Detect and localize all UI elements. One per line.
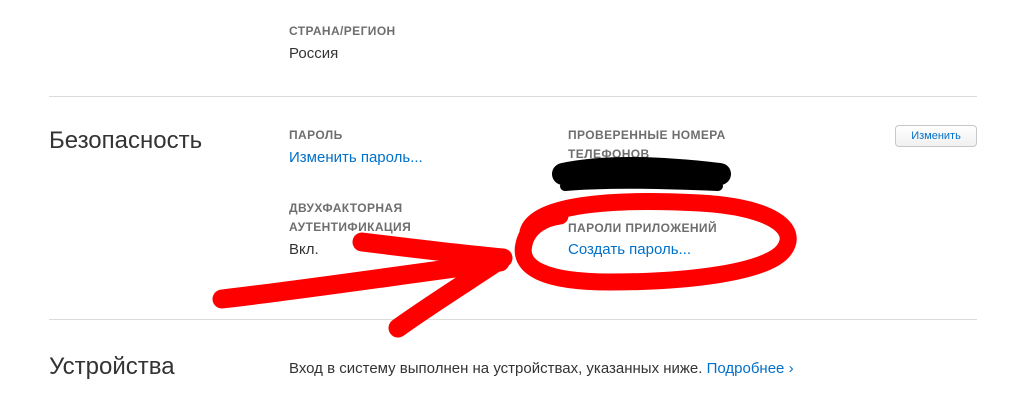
trusted-phones-label: ПРОВЕРЕННЫЕ НОМЕРА ТЕЛЕФОНОВ bbox=[568, 126, 726, 164]
create-app-password-link[interactable]: Создать пароль... bbox=[568, 240, 691, 260]
app-passwords-label: ПАРОЛИ ПРИЛОЖЕНИЙ bbox=[568, 221, 717, 235]
redaction-scribble bbox=[552, 157, 731, 185]
two-factor-label-line1: ДВУХФАКТОРНАЯ bbox=[289, 201, 403, 215]
trusted-phones-label-line1: ПРОВЕРЕННЫЕ НОМЕРА bbox=[568, 128, 726, 142]
devices-description: Вход в систему выполнен на устройствах, … bbox=[289, 360, 703, 377]
learn-more-link[interactable]: Подробнее › bbox=[707, 360, 794, 377]
red-arrow-head-annotation bbox=[352, 232, 513, 338]
security-section-title: Безопасность bbox=[49, 127, 203, 154]
country-value: Россия bbox=[289, 45, 339, 62]
country-label: СТРАНА/РЕГИОН bbox=[289, 24, 396, 38]
devices-info: Вход в систему выполнен на устройствах, … bbox=[289, 359, 794, 379]
two-factor-label: ДВУХФАКТОРНАЯ АУТЕНТИФИКАЦИЯ bbox=[289, 199, 411, 237]
divider bbox=[49, 96, 977, 97]
two-factor-value: Вкл. bbox=[289, 241, 319, 258]
trusted-phones-label-line2: ТЕЛЕФОНОВ bbox=[568, 147, 650, 161]
two-factor-label-line2: АУТЕНТИФИКАЦИЯ bbox=[289, 220, 412, 234]
change-password-link[interactable]: Изменить пароль... bbox=[289, 148, 423, 168]
devices-section-title: Устройства bbox=[49, 353, 175, 380]
red-arrow-annotation bbox=[212, 252, 510, 309]
edit-security-button[interactable]: Изменить bbox=[895, 125, 977, 147]
password-label: ПАРОЛЬ bbox=[289, 128, 343, 142]
redaction-scribble bbox=[560, 178, 723, 191]
annotation-overlay bbox=[212, 157, 797, 338]
divider bbox=[49, 319, 977, 320]
